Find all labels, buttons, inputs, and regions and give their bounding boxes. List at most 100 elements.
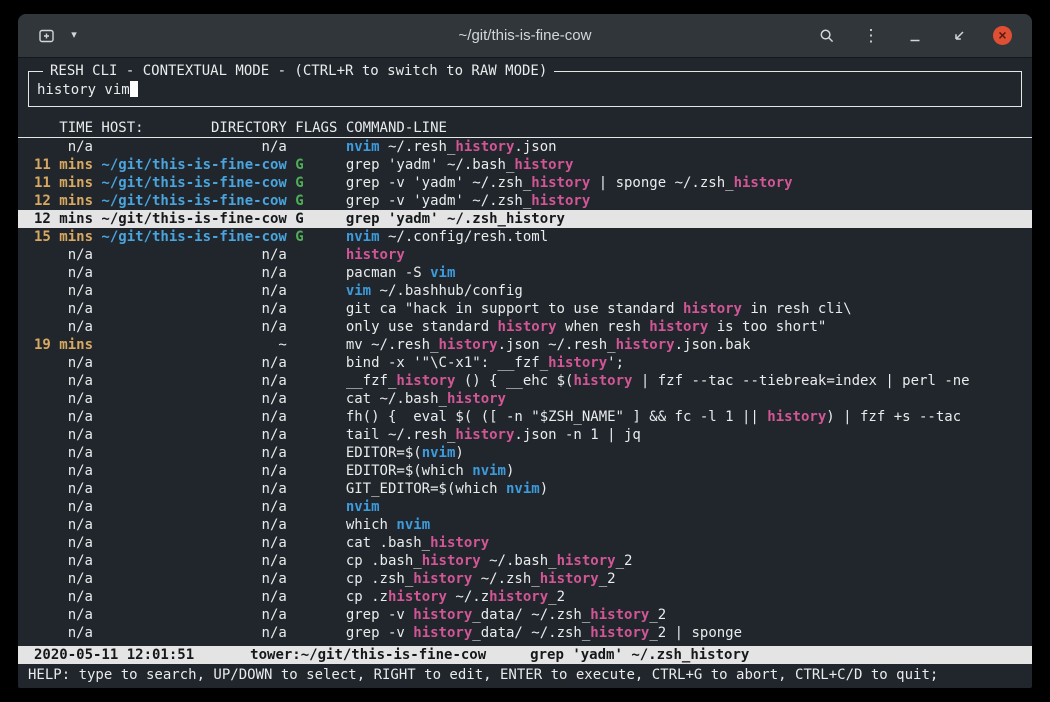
- row-host-dir: ~/git/this-is-fine-cow: [101, 210, 286, 228]
- row-time: 11 mins: [34, 174, 93, 192]
- row-time: n/a: [34, 588, 93, 606]
- row-time: n/a: [34, 138, 93, 156]
- resh-mode-title: RESH CLI - CONTEXTUAL MODE - (CTRL+R to …: [43, 62, 554, 80]
- row-command: cp .zsh_history ~/.zsh_history_2: [346, 570, 1032, 588]
- row-flag: [295, 444, 337, 462]
- row-time: n/a: [34, 282, 93, 300]
- row-host-dir: ~: [101, 336, 286, 354]
- row-time: n/a: [34, 408, 93, 426]
- header-flags: FLAGS: [295, 119, 337, 136]
- table-row[interactable]: n/a n/a nvim: [18, 498, 1032, 516]
- table-row[interactable]: n/a n/a git ca "hack in support to use s…: [18, 300, 1032, 318]
- table-row[interactable]: n/a n/a EDITOR=$(nvim): [18, 444, 1032, 462]
- table-row[interactable]: n/a n/a grep -v history_data/ ~/.zsh_his…: [18, 606, 1032, 624]
- row-time: n/a: [34, 264, 93, 282]
- search-query-text: history vim: [37, 82, 130, 98]
- table-row[interactable]: n/a n/a tail ~/.resh_history.json -n 1 |…: [18, 426, 1032, 444]
- search-input[interactable]: history vim: [37, 81, 1013, 99]
- row-command: __fzf_history () { __ehc $(history | fzf…: [346, 372, 1032, 390]
- table-row[interactable]: 11 mins ~/git/this-is-fine-cow G grep 'y…: [18, 156, 1032, 174]
- table-row[interactable]: 12 mins ~/git/this-is-fine-cow G grep 'y…: [18, 210, 1032, 228]
- row-host-dir: ~/git/this-is-fine-cow: [101, 174, 286, 192]
- row-flag: [295, 534, 337, 552]
- minimize-button[interactable]: [905, 25, 925, 47]
- row-time: n/a: [34, 462, 93, 480]
- row-host-dir: n/a: [101, 498, 286, 516]
- terminal-window: ▾ ~/git/this-is-fine-cow ⋮ ×: [18, 14, 1032, 688]
- table-row[interactable]: 12 mins ~/git/this-is-fine-cow G grep -v…: [18, 192, 1032, 210]
- status-location: tower:~/git/this-is-fine-cow: [250, 646, 486, 664]
- history-rows: n/a n/a nvim ~/.resh_history.json 11 min…: [18, 138, 1032, 642]
- table-row[interactable]: n/a n/a EDITOR=$(which nvim): [18, 462, 1032, 480]
- row-time: n/a: [34, 354, 93, 372]
- table-row[interactable]: n/a n/a which nvim: [18, 516, 1032, 534]
- row-time: n/a: [34, 318, 93, 336]
- table-row[interactable]: n/a n/a cp .zsh_history ~/.zsh_history_2: [18, 570, 1032, 588]
- table-row[interactable]: 11 mins ~/git/this-is-fine-cow G grep -v…: [18, 174, 1032, 192]
- search-icon[interactable]: [817, 25, 837, 47]
- table-row[interactable]: n/a n/a pacman -S vim: [18, 264, 1032, 282]
- table-row[interactable]: n/a n/a vim ~/.bashhub/config: [18, 282, 1032, 300]
- row-command: only use standard history when resh hist…: [346, 318, 1032, 336]
- row-command: git ca "hack in support to use standard …: [346, 300, 1032, 318]
- row-command: which nvim: [346, 516, 1032, 534]
- row-host-dir: n/a: [101, 138, 286, 156]
- row-flag: G: [295, 192, 337, 210]
- table-row[interactable]: n/a n/a only use standard history when r…: [18, 318, 1032, 336]
- row-command: nvim ~/.resh_history.json: [346, 138, 1032, 156]
- table-row[interactable]: n/a n/a bind -x '"\C-x1": __fzf_history'…: [18, 354, 1032, 372]
- row-flag: [295, 354, 337, 372]
- row-command: mv ~/.resh_history.json ~/.resh_history.…: [346, 336, 1032, 354]
- row-host-dir: n/a: [101, 624, 286, 642]
- row-time: n/a: [34, 516, 93, 534]
- row-time: n/a: [34, 444, 93, 462]
- row-flag: [295, 282, 337, 300]
- row-flag: [295, 246, 337, 264]
- row-command: tail ~/.resh_history.json -n 1 | jq: [346, 426, 1032, 444]
- table-row[interactable]: n/a n/a __fzf_history () { __ehc $(histo…: [18, 372, 1032, 390]
- row-command: grep -v 'yadm' ~/.zsh_history: [346, 192, 1032, 210]
- row-host-dir: n/a: [101, 552, 286, 570]
- row-command: cp .bash_history ~/.bash_history_2: [346, 552, 1032, 570]
- row-host-dir: n/a: [101, 318, 286, 336]
- tab-dropdown-chevron[interactable]: ▾: [64, 25, 84, 47]
- row-command: GIT_EDITOR=$(which nvim): [346, 480, 1032, 498]
- table-row[interactable]: n/a n/a cp .zhistory ~/.zhistory_2: [18, 588, 1032, 606]
- table-row[interactable]: n/a n/a cat .bash_history: [18, 534, 1032, 552]
- row-flag: [295, 462, 337, 480]
- table-row[interactable]: n/a n/a cat ~/.bash_history: [18, 390, 1032, 408]
- row-command: pacman -S vim: [346, 264, 1032, 282]
- table-row[interactable]: n/a n/a GIT_EDITOR=$(which nvim): [18, 480, 1032, 498]
- table-row[interactable]: n/a n/a nvim ~/.resh_history.json: [18, 138, 1032, 156]
- new-tab-icon[interactable]: [36, 25, 56, 47]
- row-flag: [295, 372, 337, 390]
- row-host-dir: n/a: [101, 282, 286, 300]
- row-time: n/a: [34, 552, 93, 570]
- row-time: n/a: [34, 570, 93, 588]
- row-time: n/a: [34, 372, 93, 390]
- row-command: cat .bash_history: [346, 534, 1032, 552]
- restore-button[interactable]: [949, 25, 969, 47]
- row-command: history: [346, 246, 1032, 264]
- row-time: n/a: [34, 498, 93, 516]
- header-time: TIME: [34, 119, 93, 136]
- menu-kebab-icon[interactable]: ⋮: [861, 25, 881, 47]
- row-command: cp .zhistory ~/.zhistory_2: [346, 588, 1032, 606]
- table-row[interactable]: 19 mins ~ mv ~/.resh_history.json ~/.res…: [18, 336, 1032, 354]
- row-flag: [295, 480, 337, 498]
- table-header: TIME HOST:DIRECTORY FLAGS COMMAND-LINE: [18, 119, 1032, 138]
- row-host-dir: n/a: [101, 408, 286, 426]
- row-host-dir: ~/git/this-is-fine-cow: [101, 192, 286, 210]
- table-row[interactable]: n/a n/a history: [18, 246, 1032, 264]
- table-row[interactable]: n/a n/a fh() { eval $( ([ -n "$ZSH_NAME"…: [18, 408, 1032, 426]
- header-directory: DIRECTORY: [211, 119, 287, 136]
- row-command: nvim ~/.config/resh.toml: [346, 228, 1032, 246]
- row-time: n/a: [34, 246, 93, 264]
- close-button[interactable]: ×: [993, 26, 1012, 45]
- table-row[interactable]: 15 mins ~/git/this-is-fine-cow G nvim ~/…: [18, 228, 1032, 246]
- row-command: cat ~/.bash_history: [346, 390, 1032, 408]
- table-row[interactable]: n/a n/a cp .bash_history ~/.bash_history…: [18, 552, 1032, 570]
- row-host-dir: n/a: [101, 444, 286, 462]
- table-row[interactable]: n/a n/a grep -v history_data/ ~/.zsh_his…: [18, 624, 1032, 642]
- terminal-content: RESH CLI - CONTEXTUAL MODE - (CTRL+R to …: [18, 58, 1032, 688]
